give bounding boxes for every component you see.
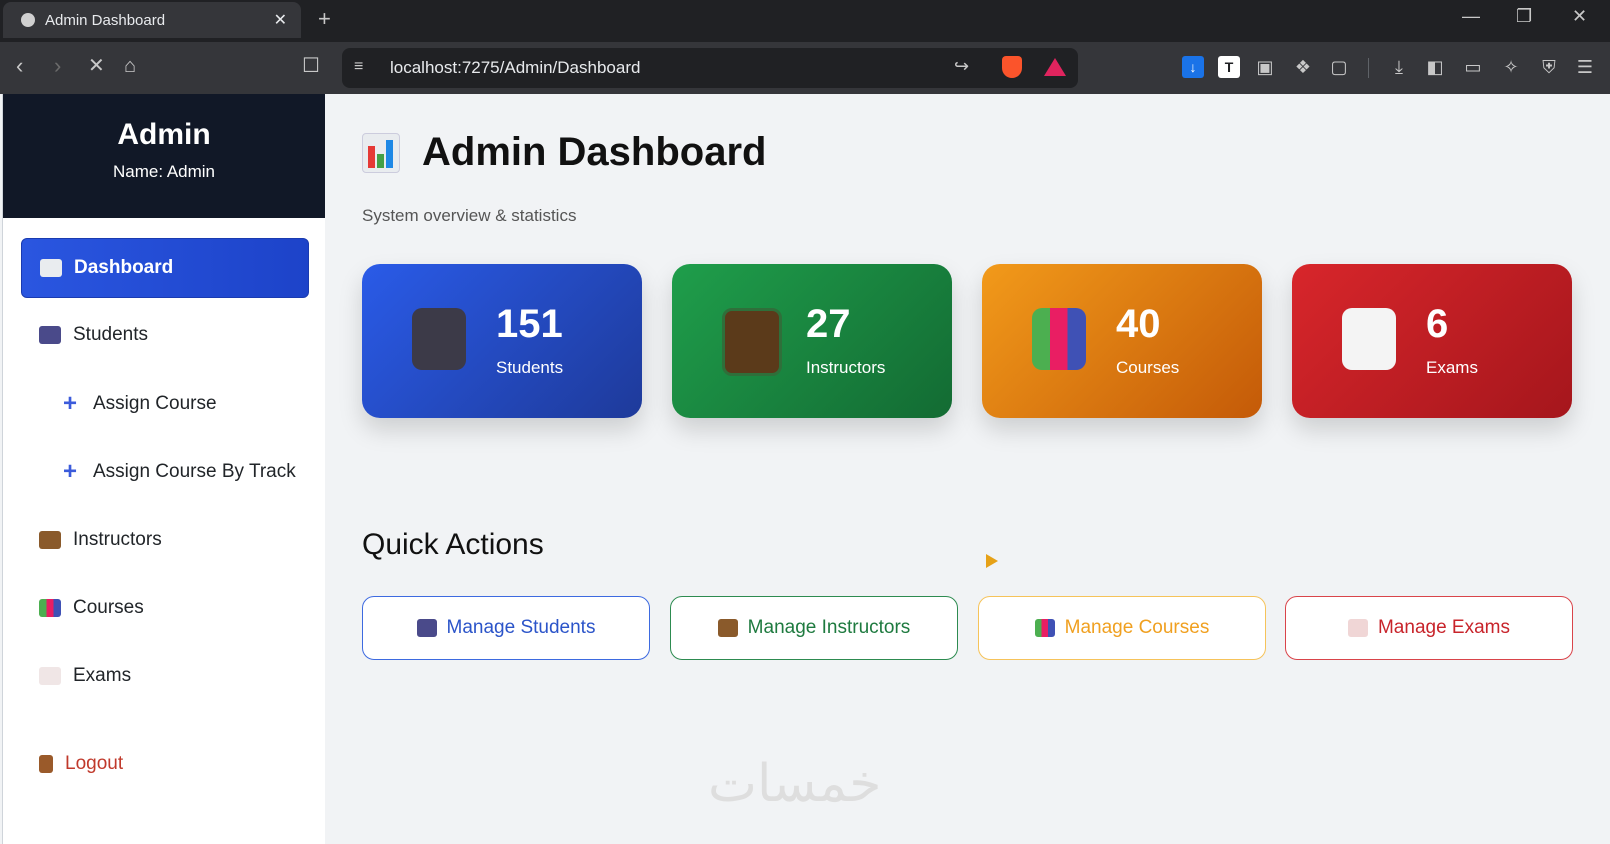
camera-icon[interactable]: ▣ [1254,56,1276,78]
memo-icon [1342,308,1396,370]
teacher-icon [39,531,61,549]
button-label: Manage Instructors [747,617,911,638]
mouse-cursor-icon [986,554,998,568]
new-tab-button[interactable]: + [318,6,331,32]
manage-exams-button[interactable]: Manage Exams [1285,596,1573,660]
vpn-shield-icon[interactable]: ⛨ [1538,56,1560,78]
stat-label: Courses [1116,358,1180,377]
downloads-icon[interactable]: ⤓ [1388,56,1410,78]
restore-icon[interactable]: ❐ [1516,6,1532,27]
page-title-row: Admin Dashboard [362,130,766,175]
sidebar-item-courses[interactable]: Courses [21,579,307,637]
sidebar-item-exams[interactable]: Exams [21,647,307,705]
browser-titlebar: Admin Dashboard ✕ + — ❐ ✕ [0,0,1610,42]
sidebar-item-assign-course-by-track[interactable]: + Assign Course By Track [21,443,307,501]
sidebar-item-label: Instructors [73,529,162,550]
url-text[interactable]: localhost:7275/Admin/Dashboard [390,58,640,78]
sidebar-item-dashboard[interactable]: Dashboard [21,238,309,298]
memo-icon [39,667,61,685]
sidebar-item-label: Assign Course By Track [93,461,296,482]
text-extension-icon[interactable]: T [1218,56,1240,78]
watermark: خمسات [708,754,882,814]
chart-icon [40,259,62,277]
plus-icon: + [62,390,77,417]
sidebar-item-label: Logout [65,753,124,774]
users-icon [39,326,61,344]
bar-chart-icon [362,132,400,173]
address-bar[interactable]: ≡ localhost:7275/Admin/Dashboard ↪ [342,48,1078,88]
sidebar-item-label: Dashboard [74,257,174,278]
manage-instructors-button[interactable]: Manage Instructors [670,596,958,660]
minimize-icon[interactable]: — [1462,6,1480,27]
leo-ai-icon[interactable]: ✧ [1500,56,1522,78]
stat-value: 6 [1426,302,1449,346]
page-title: Admin Dashboard [422,130,767,174]
manage-students-button[interactable]: Manage Students [362,596,650,660]
books-icon [1034,619,1055,637]
tab-title: Admin Dashboard [45,11,166,29]
screenshot-icon[interactable]: ▢ [1328,56,1350,78]
button-label: Manage Courses [1064,617,1210,638]
page-content: Admin Name: Admin Dashboard Students + A… [0,94,1610,844]
stat-card-students: 151 Students [362,264,642,418]
users-icon [416,619,437,637]
sidebar-item-label: Exams [73,665,132,686]
sidebar-header: Admin Name: Admin [3,94,325,218]
wallet-icon[interactable]: ▭ [1462,56,1484,78]
button-label: Manage Exams [1377,617,1510,638]
memo-icon [1347,619,1368,637]
browser-tab[interactable]: Admin Dashboard ✕ [3,2,301,38]
books-icon [39,599,61,617]
extensions-icon[interactable]: ❖ [1292,56,1314,78]
student-graduate-icon [412,308,466,370]
window-close-icon[interactable]: ✕ [1572,6,1587,27]
stat-value: 27 [806,302,851,346]
stat-value: 40 [1116,302,1161,346]
site-settings-icon[interactable]: ≡ [354,58,363,76]
download-extension-icon[interactable]: ↓ [1182,56,1204,78]
home-icon[interactable]: ⌂ [124,54,136,78]
manage-courses-button[interactable]: Manage Courses [978,596,1266,660]
stat-card-courses: 40 Courses [982,264,1262,418]
stat-label: Exams [1426,358,1478,377]
stat-label: Students [496,358,564,377]
door-icon [39,755,53,773]
button-label: Manage Students [446,617,596,638]
sidebar-item-label: Courses [73,597,144,618]
sidebar-toggle-icon[interactable]: ◧ [1424,56,1446,78]
books-icon [1032,308,1086,370]
share-icon[interactable]: ↪ [954,56,969,77]
page-subtitle: System overview & statistics [362,206,577,225]
browser-toolbar: ‹ › ✕ ⌂ ☐ ≡ localhost:7275/Admin/Dashboa… [0,42,1610,94]
bookmark-icon[interactable]: ☐ [302,54,320,78]
brave-rewards-icon[interactable] [1044,58,1066,76]
sidebar-title: Admin [117,118,211,151]
teacher-icon [722,308,782,376]
stat-card-exams: 6 Exams [1292,264,1572,418]
menu-icon[interactable]: ☰ [1574,56,1596,78]
back-icon[interactable]: ‹ [16,54,23,78]
sidebar-item-students[interactable]: Students [21,306,307,364]
stop-loading-icon[interactable]: ✕ [88,54,105,78]
toolbar-divider [1368,58,1369,78]
sidebar-item-assign-course[interactable]: + Assign Course [21,375,307,433]
sidebar-user-name: Name: Admin [112,162,216,181]
sidebar-item-label: Students [73,324,148,345]
sidebar-item-instructors[interactable]: Instructors [21,511,307,569]
sidebar-item-logout[interactable]: Logout [21,735,307,793]
stat-value: 151 [496,302,563,346]
teacher-icon [717,619,738,637]
tab-favicon-icon [21,13,35,27]
sidebar-item-label: Assign Course [93,393,217,414]
forward-icon[interactable]: › [54,54,61,78]
scrollbar[interactable] [1598,94,1610,844]
sidebar: Admin Name: Admin Dashboard Students + A… [2,94,325,844]
brave-shield-icon[interactable] [1002,56,1022,78]
plus-icon: + [62,458,77,485]
quick-actions-heading: Quick Actions [362,528,544,561]
stat-card-instructors: 27 Instructors [672,264,952,418]
tab-close-icon[interactable]: ✕ [274,10,287,30]
stat-label: Instructors [806,358,886,377]
